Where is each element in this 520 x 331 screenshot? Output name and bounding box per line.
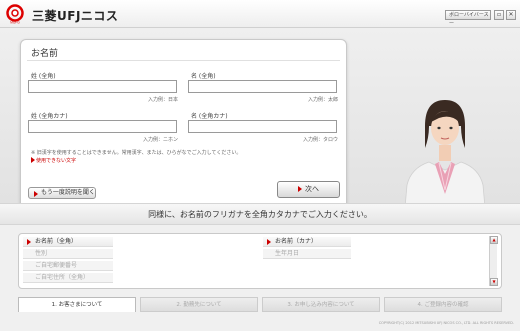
next-button-label: 次へ [305,185,319,193]
scroll-down-icon[interactable]: ▼ [490,278,498,286]
first-name-kana-label: 名 (全角カナ) [191,113,228,120]
tab-employer-info[interactable]: 2. 勤務先について [140,297,258,312]
brand-name: 三菱UFJニコス [32,9,119,23]
last-name-input[interactable] [28,80,177,93]
current-arrow-icon [267,239,271,245]
play-arrow-icon [34,191,38,197]
link-arrow-icon [31,157,35,163]
tab-application-details[interactable]: 3. お申し込み内容について [262,297,380,312]
kanji-note: ※ 旧漢字を使用することはできません。常用漢字、または、ひらがなでご入力してくだ… [31,150,242,156]
tab-customer-info[interactable]: 1. お客さまについて [18,297,136,312]
progress-item-name-kanji: お名前（全角） [23,237,113,247]
maximize-icon[interactable]: ▫ [494,10,504,20]
next-button[interactable]: 次へ [277,181,340,198]
top-bar: MUFG 三菱UFJニコス ボローバイバースー ▫ ✕ [0,0,520,28]
name-form-panel: お名前 姓 (全角) 入力例：日本 名 (全角) 入力例：太郎 姓 (全角カナ)… [20,39,347,219]
step-tabs: 1. お客さまについて 2. 勤務先について 3. お申し込み内容について 4.… [18,297,504,313]
tab-confirmation[interactable]: 4. ご登録内容の確認 [384,297,502,312]
progress-item-label: お名前（カナ） [275,238,318,245]
progress-item-zip: ご自宅郵便番号 [23,261,113,271]
mufg-logo-icon: MUFG [6,4,24,25]
scrollbar[interactable]: ▲ ▼ [489,236,498,286]
divider [27,60,340,61]
first-name-label: 名 (全角) [191,73,216,80]
first-name-kana-input[interactable] [188,120,337,133]
last-name-kana-example: 入力例：ニホン [142,137,178,143]
last-name-label: 姓 (全角) [31,73,56,80]
first-name-kana-example: 入力例：タロウ [302,137,338,143]
progress-item-gender: 性別 [23,249,113,259]
progress-area: お名前（全角） 性別 ご自宅郵便番号 ご自宅住所（全角） お名前（カナ） 生年月… [0,225,520,331]
instruction-bar: 同様に、お名前のフリガナを全角カタカナでご入力ください。 [0,203,520,225]
main-area: お名前 姓 (全角) 入力例：日本 名 (全角) 入力例：太郎 姓 (全角カナ)… [0,28,520,230]
language-button[interactable]: ボローバイバースー [445,10,491,27]
progress-item-label: お名前（全角） [35,238,78,245]
current-arrow-icon [27,239,31,245]
form-title: お名前 [31,49,59,59]
last-name-kana-input[interactable] [28,120,177,133]
field-progress-list: お名前（全角） 性別 ご自宅郵便番号 ご自宅住所（全角） お名前（カナ） 生年月… [18,233,502,289]
close-icon[interactable]: ✕ [506,10,516,20]
copyright: COPYRIGHT(C) 2012 MITSUBISHI UFJ NICOS C… [378,321,514,325]
next-arrow-icon [298,186,302,192]
last-name-kana-label: 姓 (全角カナ) [31,113,68,120]
progress-item-name-kana: お名前（カナ） [263,237,351,247]
progress-item-birthdate: 生年月日 [263,249,351,259]
instruction-text: 同様に、お名前のフリガナを全角カタカナでご入力ください。 [148,210,372,219]
last-name-example: 入力例：日本 [147,97,178,103]
first-name-example: 入力例：太郎 [307,97,338,103]
unusable-chars-link[interactable]: 使用できない文字 [36,157,76,164]
progress-item-address: ご自宅住所（全角） [23,273,113,283]
first-name-input[interactable] [188,80,337,93]
scroll-up-icon[interactable]: ▲ [490,236,498,244]
svg-text:MUFG: MUFG [10,21,20,25]
replay-explanation-label: もう一度説明を聞く [41,189,95,196]
replay-explanation-button[interactable]: もう一度説明を聞く [28,187,96,199]
